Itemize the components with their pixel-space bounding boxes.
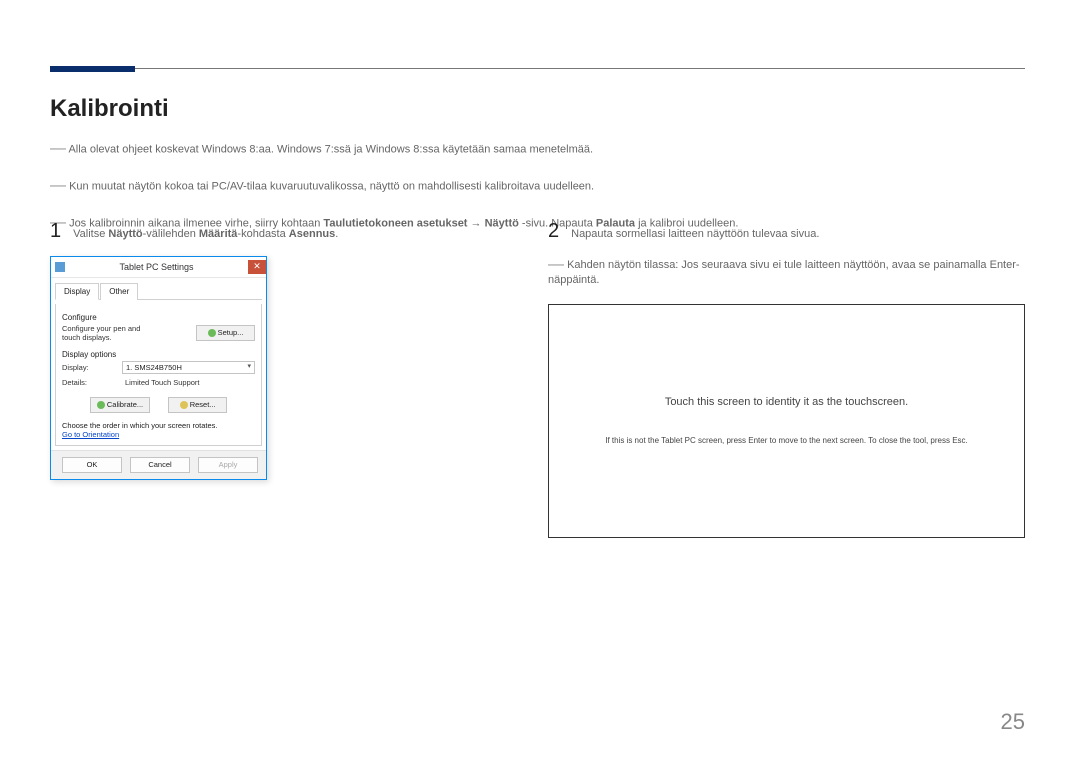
intro-line-1: ― Alla olevat ohjeet koskevat Windows 8:… — [50, 135, 1025, 164]
note-line: ― Kahden näytön tilassa: Jos seuraava si… — [548, 256, 1025, 286]
s1-t3: . — [335, 228, 338, 240]
intro-text-1: Alla olevat ohjeet koskevat Windows 8:aa… — [68, 143, 593, 155]
s1-pre: Valitse — [73, 228, 108, 240]
s1-b1: Näyttö — [108, 228, 142, 240]
display-select[interactable]: 1. SMS24B750H — [122, 361, 255, 374]
s1-t1: -välilehden — [143, 228, 199, 240]
dash-icon: ― — [50, 135, 66, 164]
dash-icon: ― — [50, 172, 66, 201]
touch-main-text: Touch this screen to identity it as the … — [665, 396, 908, 408]
intro-line-2: ― Kun muutat näytön kokoa tai PC/AV-tila… — [50, 172, 1025, 201]
note-text: Kahden näytön tilassa: Jos seuraava sivu… — [548, 259, 1020, 286]
header-rule — [50, 68, 1025, 69]
tablet-pc-settings-dialog: Tablet PC Settings ✕ Display Other Confi… — [50, 256, 267, 480]
details-row: Details: Limited Touch Support — [62, 378, 255, 387]
apply-button[interactable]: Apply — [198, 457, 258, 473]
tab-other[interactable]: Other — [100, 283, 138, 300]
dash-icon: ― — [548, 256, 564, 274]
step-number-1: 1 — [50, 220, 61, 243]
right-column: 2 Napauta sormellasi laitteen näyttöön t… — [548, 220, 1025, 538]
tab-content: Configure Configure your pen and touch d… — [55, 304, 262, 446]
touch-prompt-box: Touch this screen to identity it as the … — [548, 304, 1025, 538]
configure-label: Configure — [62, 313, 255, 322]
dialog-body: Display Other Configure Configure your p… — [51, 278, 266, 450]
intro-text-2: Kun muutat näytön kokoa tai PC/AV-tilaa … — [69, 180, 594, 192]
dialog-tabs: Display Other — [55, 282, 262, 300]
page-title: Kalibrointi — [50, 95, 169, 123]
columns: 1 Valitse Näyttö-välilehden Määritä-kohd… — [50, 220, 1025, 538]
ok-button[interactable]: OK — [62, 457, 122, 473]
dialog-titlebar: Tablet PC Settings ✕ — [51, 257, 266, 278]
page-number: 25 — [1001, 709, 1025, 735]
dialog-icon — [55, 262, 65, 272]
setup-icon — [208, 329, 216, 337]
tab-display[interactable]: Display — [55, 283, 99, 300]
step-2: 2 Napauta sormellasi laitteen näyttöön t… — [548, 220, 1025, 244]
calibrate-button-label: Calibrate... — [107, 399, 143, 411]
left-column: 1 Valitse Näyttö-välilehden Määritä-kohd… — [50, 220, 508, 538]
step-1: 1 Valitse Näyttö-välilehden Määritä-kohd… — [50, 220, 508, 244]
step-number-2: 2 — [548, 220, 559, 243]
setup-button[interactable]: Setup... — [196, 325, 255, 341]
reset-button[interactable]: Reset... — [168, 397, 227, 413]
step-2-text: Napauta sormellasi laitteen näyttöön tul… — [571, 226, 819, 244]
s1-t2: -kohdasta — [237, 228, 288, 240]
orientation-link[interactable]: Go to Orientation — [62, 430, 255, 439]
s1-b3: Asennus — [289, 228, 335, 240]
step-1-text: Valitse Näyttö-välilehden Määritä-kohdas… — [73, 226, 338, 244]
details-label: Details: — [62, 378, 107, 387]
dialog-title: Tablet PC Settings — [65, 262, 248, 272]
dialog-footer: OK Cancel Apply — [51, 450, 266, 479]
display-row: Display: 1. SMS24B750H — [62, 361, 255, 374]
configure-row: Configure your pen and touch displays. S… — [62, 324, 255, 342]
rotate-text: Choose the order in which your screen ro… — [62, 421, 255, 430]
touch-sub-text: If this is not the Tablet PC screen, pre… — [605, 436, 968, 445]
reset-icon — [180, 401, 188, 409]
close-button[interactable]: ✕ — [248, 260, 266, 274]
calibrate-button[interactable]: Calibrate... — [90, 397, 150, 413]
s1-b2: Määritä — [199, 228, 238, 240]
display-label: Display: — [62, 363, 107, 372]
details-value: Limited Touch Support — [125, 378, 200, 387]
cancel-button[interactable]: Cancel — [130, 457, 190, 473]
setup-button-label: Setup... — [218, 327, 244, 339]
display-options-label: Display options — [62, 350, 255, 359]
header-accent — [50, 66, 135, 72]
display-select-value: 1. SMS24B750H — [126, 363, 182, 372]
reset-button-label: Reset... — [190, 399, 216, 411]
calibrate-reset-row: Calibrate... Reset... — [62, 397, 255, 413]
calibrate-icon — [97, 401, 105, 409]
configure-text: Configure your pen and touch displays. — [62, 324, 157, 342]
